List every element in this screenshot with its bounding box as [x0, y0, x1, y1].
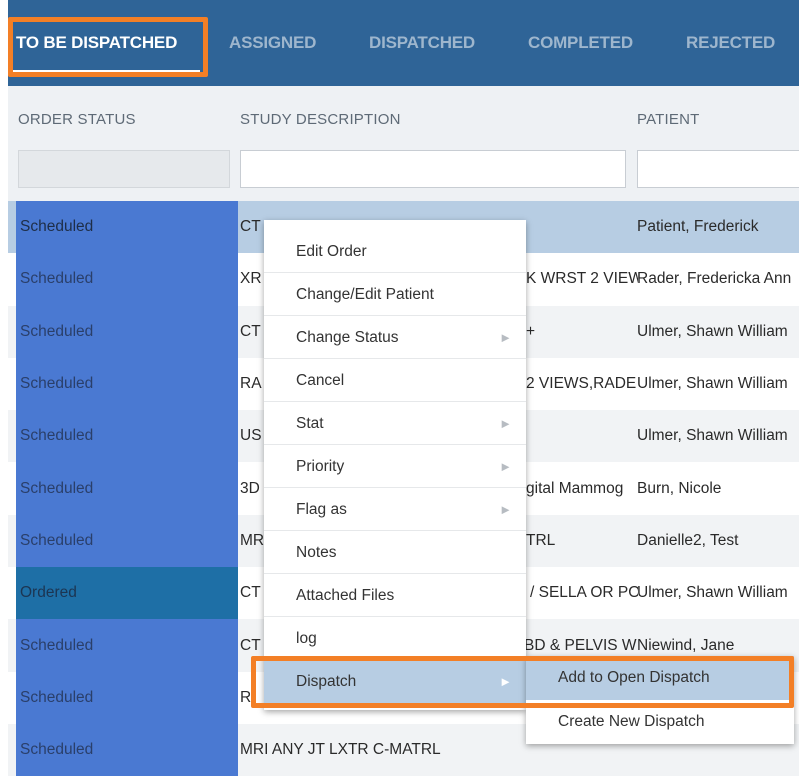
patient-cell: Burn, Nicole [637, 479, 722, 497]
dispatch-submenu: Add to Open Dispatch Create New Dispatch [526, 656, 794, 744]
tab-dispatched[interactable]: DISPATCHED [369, 0, 475, 86]
order-status-cell: Scheduled [16, 305, 238, 358]
column-header-study-description[interactable]: STUDY DESCRIPTION [240, 111, 401, 128]
order-status-cell: Ordered [16, 567, 238, 620]
chevron-right-icon: ► [499, 330, 512, 345]
row-context-menu: Edit Order Change/Edit Patient Change St… [264, 220, 526, 710]
patient-cell: Ulmer, Shawn William [637, 375, 788, 393]
chevron-right-icon: ► [499, 502, 512, 517]
active-tab-indicator [8, 70, 200, 74]
menu-item-notes[interactable]: Notes [264, 531, 526, 574]
column-header-order-status[interactable]: ORDER STATUS [18, 111, 136, 128]
order-status-cell: Scheduled [16, 462, 238, 515]
order-status-cell: Scheduled [16, 723, 238, 776]
menu-item-change-status[interactable]: Change Status ► [264, 316, 526, 359]
chevron-right-icon: ► [499, 674, 512, 689]
order-status-cell: Scheduled [16, 410, 238, 463]
menu-item-dispatch[interactable]: Dispatch ► [264, 660, 526, 703]
order-status-cell: Scheduled [16, 514, 238, 568]
tab-assigned[interactable]: ASSIGNED [229, 0, 316, 86]
order-status-filter[interactable] [18, 150, 230, 188]
menu-item-attached-files[interactable]: Attached Files [264, 574, 526, 617]
patient-cell: Danielle2, Test [637, 531, 739, 549]
chevron-right-icon: ► [499, 459, 512, 474]
menu-item-log[interactable]: log [264, 617, 526, 660]
patient-cell: Ulmer, Shawn William [637, 427, 788, 445]
order-status-cell: Scheduled [16, 671, 238, 724]
menu-item-create-new-dispatch[interactable]: Create New Dispatch [526, 700, 794, 744]
menu-item-edit-order[interactable]: Edit Order [264, 230, 526, 273]
column-header-patient[interactable]: PATIENT [637, 111, 700, 128]
patient-cell: Rader, Fredericka Ann [637, 270, 792, 288]
menu-item-cancel[interactable]: Cancel [264, 359, 526, 402]
order-status-cell: Scheduled [16, 201, 238, 254]
patient-cell: Ulmer, Shawn William [637, 584, 788, 602]
patient-cell: Ulmer, Shawn William [637, 322, 788, 340]
chevron-right-icon: ► [499, 416, 512, 431]
study-description-filter[interactable] [240, 150, 626, 188]
menu-item-add-to-open-dispatch[interactable]: Add to Open Dispatch [526, 656, 794, 700]
tab-completed[interactable]: COMPLETED [528, 0, 633, 86]
tab-rejected[interactable]: REJECTED [686, 0, 775, 86]
patient-cell: Patient, Frederick [637, 218, 759, 236]
menu-item-flag-as[interactable]: Flag as ► [264, 488, 526, 531]
order-status-cell: Scheduled [16, 619, 238, 672]
order-status-cell: Scheduled [16, 253, 238, 306]
order-status-cell: Scheduled [16, 357, 238, 411]
patient-filter[interactable] [637, 150, 799, 188]
menu-item-priority[interactable]: Priority ► [264, 445, 526, 488]
menu-item-stat[interactable]: Stat ► [264, 402, 526, 445]
menu-item-change-edit-patient[interactable]: Change/Edit Patient [264, 273, 526, 316]
grid-header: ORDER STATUS STUDY DESCRIPTION PATIENT [8, 86, 799, 201]
